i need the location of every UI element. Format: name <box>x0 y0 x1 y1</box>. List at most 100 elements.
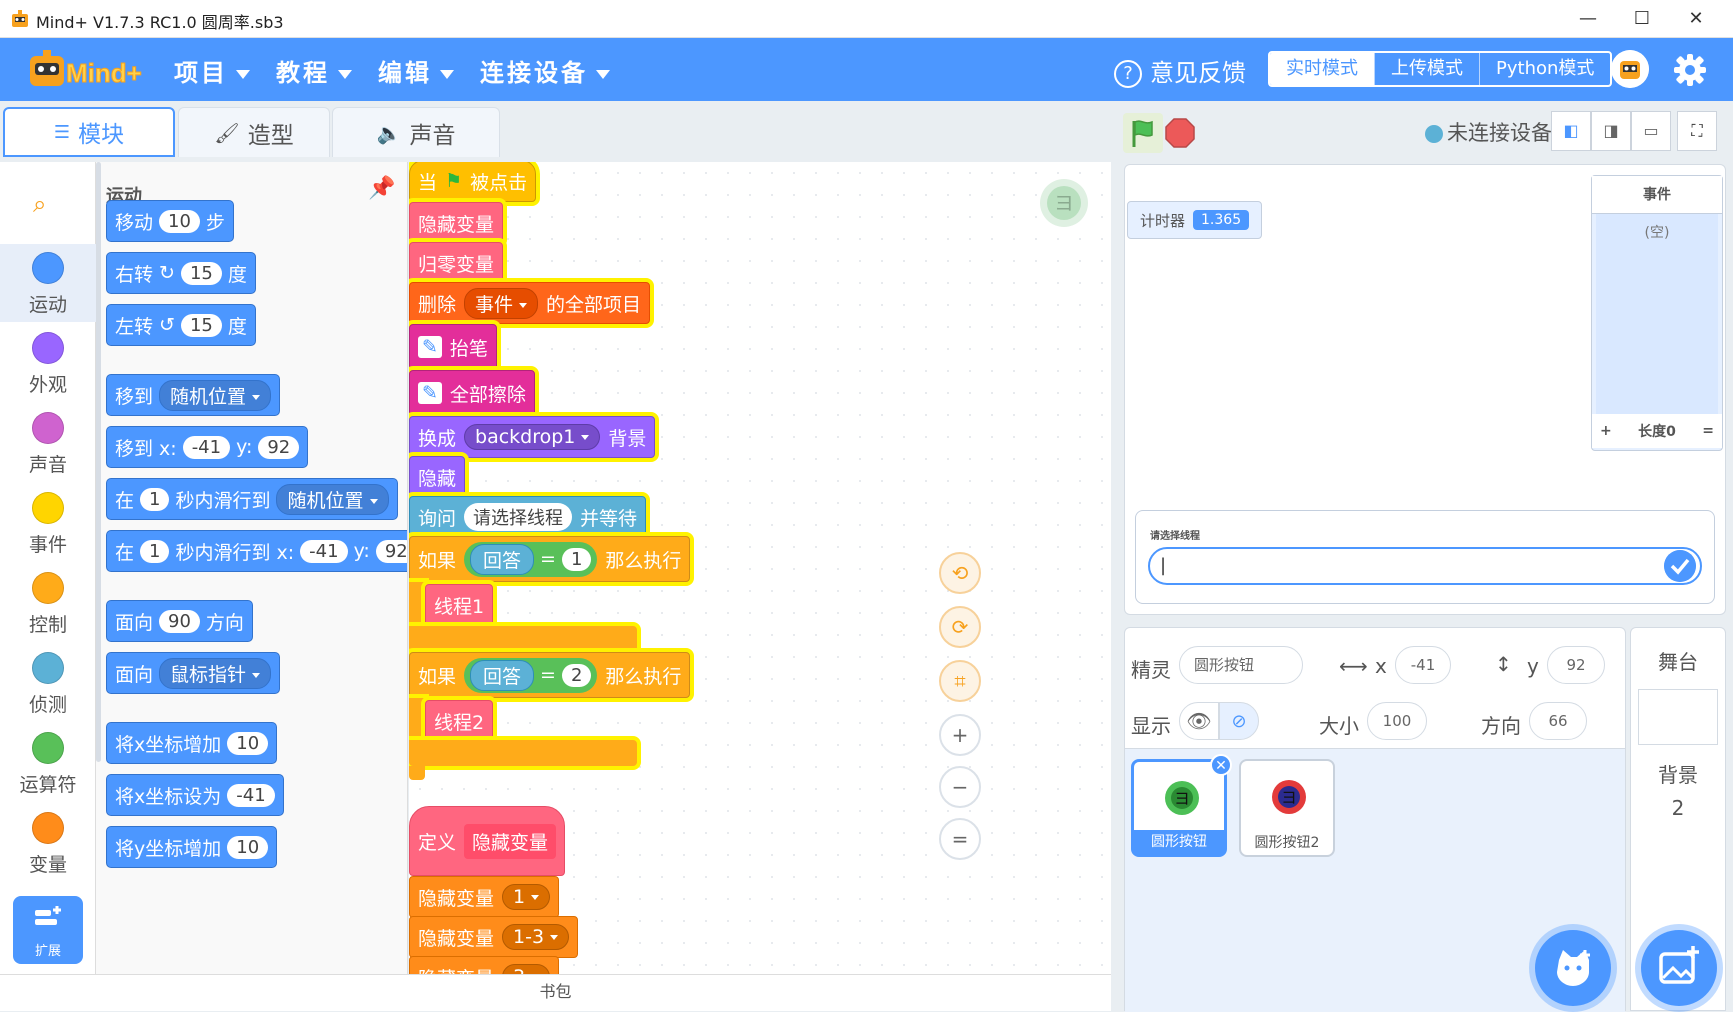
layout-large-stage-button[interactable]: ▭ <box>1631 111 1671 151</box>
green-flag-button[interactable] <box>1123 113 1163 153</box>
layout-half-stage-button[interactable]: ◨ <box>1591 111 1631 151</box>
fullscreen-button[interactable]: ⛶ <box>1677 111 1717 151</box>
stage[interactable]: 计时器 1.365 事件 (空) + 长度0 = 请选择线程 | <box>1124 164 1726 615</box>
category-sensing[interactable]: 侦测 <box>0 644 96 722</box>
menu-project[interactable]: 项目 <box>174 53 250 87</box>
dx-input[interactable]: 10 <box>227 731 269 755</box>
block-pen-up[interactable]: ✎ 抬笔 <box>409 324 497 370</box>
equals-operator[interactable]: 回答 = 2 <box>464 657 598 693</box>
stage-thumbnail[interactable] <box>1638 689 1718 745</box>
direction-field[interactable]: 66 <box>1529 702 1587 740</box>
gear-icon[interactable] <box>1672 52 1708 88</box>
y-field[interactable]: 92 <box>1547 646 1605 684</box>
towards-dropdown[interactable]: 鼠标指针 <box>159 657 272 689</box>
mode-upload[interactable]: 上传模式 <box>1374 53 1479 85</box>
block-hide-variable-3[interactable]: 隐藏变量 3 <box>409 956 560 974</box>
layout-small-stage-button[interactable]: ◧ <box>1551 111 1591 151</box>
block-point-towards[interactable]: 面向 鼠标指针 <box>106 652 281 694</box>
add-backdrop-button[interactable] <box>1641 930 1717 1006</box>
block-point-direction[interactable]: 面向 90 方向 <box>106 600 253 642</box>
block-clear[interactable]: ✎ 全部擦除 <box>409 370 535 416</box>
menu-tutorial[interactable]: 教程 <box>276 53 352 87</box>
feedback-button[interactable]: ? 意见反馈 <box>1114 53 1246 88</box>
mode-python[interactable]: Python模式 <box>1479 53 1610 85</box>
block-turn-left[interactable]: 左转 ↺ 15 度 <box>106 304 256 346</box>
zoom-out-button[interactable]: − <box>939 766 981 808</box>
close-button[interactable]: ✕ <box>1673 4 1719 34</box>
check-icon[interactable] <box>1664 550 1696 582</box>
x-input[interactable]: -41 <box>300 539 348 563</box>
block-delete-all-of-list[interactable]: 删除 事件 的全部项目 <box>409 282 651 324</box>
redo-button[interactable]: ⟳ <box>939 606 981 648</box>
seconds-input[interactable]: 1 <box>140 487 170 511</box>
block-call-hide-variables[interactable]: 隐藏变量 <box>409 202 504 244</box>
block-goto-xy[interactable]: 移到 x: -41 y: 92 <box>106 426 309 468</box>
glide-dropdown[interactable]: 随机位置 <box>276 483 389 515</box>
tab-costumes[interactable]: 🖌 造型 <box>178 107 330 157</box>
size-field[interactable]: 100 <box>1367 702 1427 740</box>
block-goto[interactable]: 移到 随机位置 <box>106 374 281 416</box>
y-input[interactable]: 92 <box>375 539 407 563</box>
category-sound[interactable]: 声音 <box>0 404 96 482</box>
stage-selector[interactable]: 舞台 背景 2 <box>1630 627 1726 1011</box>
equals-operator[interactable]: 回答 = 1 <box>464 541 598 577</box>
script-area[interactable]: 当 ⚑ 被点击 隐藏变量 归零变量 删除 事件 的全部项目 ✎ 抬笔 ✎ 全部擦除 换成 ba… <box>409 162 1111 974</box>
variable-dropdown[interactable]: 3 <box>502 964 551 974</box>
menu-connect-device[interactable]: 连接设备 <box>480 53 610 87</box>
block-move-steps[interactable]: 移动 10 步 <box>106 200 234 242</box>
block-change-y[interactable]: 将y坐标增加 10 <box>106 826 278 868</box>
tab-blocks[interactable]: ☰ 模块 <box>3 107 175 157</box>
seconds-input[interactable]: 1 <box>140 539 170 563</box>
answer-input[interactable]: | <box>1148 547 1702 585</box>
block-glide[interactable]: 在 1 秒内滑行到 随机位置 <box>106 478 398 520</box>
backpack[interactable]: 书包 <box>0 974 1111 1011</box>
compare-value-input[interactable]: 1 <box>561 547 592 571</box>
steps-input[interactable]: 10 <box>159 209 200 233</box>
x-input[interactable]: -41 <box>182 435 231 459</box>
palette-scrollbar[interactable] <box>96 162 101 762</box>
category-control[interactable]: 控制 <box>0 564 96 642</box>
sprite-name-field[interactable]: 圆形按钮 <box>1179 646 1303 684</box>
degrees-input[interactable]: 15 <box>180 261 222 285</box>
pin-icon[interactable]: 📌 <box>368 176 395 201</box>
minimize-button[interactable]: — <box>1565 4 1611 34</box>
sprite-card-2[interactable]: ヨ 圆形按钮2 <box>1239 759 1335 857</box>
show-hidden-button[interactable]: ⊘ <box>1219 702 1259 740</box>
block-call-thread-1[interactable]: 线程1 <box>425 584 494 626</box>
user-avatar-icon[interactable] <box>1611 50 1649 88</box>
block-hide-variable-1[interactable]: 隐藏变量 1 <box>409 876 560 918</box>
category-motion[interactable]: 运动 <box>0 244 96 322</box>
block-change-x[interactable]: 将x坐标增加 10 <box>106 722 278 764</box>
block-turn-right[interactable]: 右转 ↻ 15 度 <box>106 252 256 294</box>
zoom-reset-button[interactable]: = <box>939 818 981 860</box>
block-if-answer-1[interactable]: 如果 回答 = 1 那么执行 <box>409 536 691 582</box>
block-define-hide-variables[interactable]: 定义 隐藏变量 <box>409 806 566 876</box>
variable-dropdown[interactable]: 1 <box>502 884 551 910</box>
x-input[interactable]: -41 <box>227 783 275 807</box>
category-variables[interactable]: 变量 <box>0 804 96 882</box>
category-looks[interactable]: 外观 <box>0 324 96 402</box>
block-switch-backdrop[interactable]: 换成 backdrop1 背景 <box>409 416 656 458</box>
list-dropdown[interactable]: 事件 <box>464 287 539 319</box>
backdrop-dropdown[interactable]: backdrop1 <box>464 424 601 450</box>
y-input[interactable]: 92 <box>258 435 300 459</box>
search-icon[interactable]: ⌕ <box>33 190 46 218</box>
block-hide-variable-1-3[interactable]: 隐藏变量 1-3 <box>409 916 579 958</box>
block-call-thread-2[interactable]: 线程2 <box>425 700 494 742</box>
compare-value-input[interactable]: 2 <box>561 663 592 687</box>
block-if-answer-2[interactable]: 如果 回答 = 2 那么执行 <box>409 652 691 698</box>
stop-button[interactable] <box>1164 117 1196 149</box>
block-when-flag-clicked[interactable]: 当 ⚑ 被点击 <box>409 162 537 202</box>
list-resize-handle[interactable]: = <box>1702 423 1714 439</box>
x-field[interactable]: -41 <box>1395 646 1451 684</box>
add-sprite-button[interactable] <box>1535 930 1611 1006</box>
dy-input[interactable]: 10 <box>227 835 269 859</box>
show-visible-button[interactable]: 👁 <box>1179 702 1219 740</box>
variable-dropdown[interactable]: 1-3 <box>502 924 570 950</box>
zoom-in-button[interactable]: + <box>939 714 981 756</box>
direction-input[interactable]: 90 <box>159 609 200 633</box>
category-events[interactable]: 事件 <box>0 484 96 562</box>
crop-button[interactable]: ⌗ <box>939 660 981 702</box>
list-add-button[interactable]: + <box>1600 423 1612 439</box>
undo-button[interactable]: ⟲ <box>939 552 981 594</box>
